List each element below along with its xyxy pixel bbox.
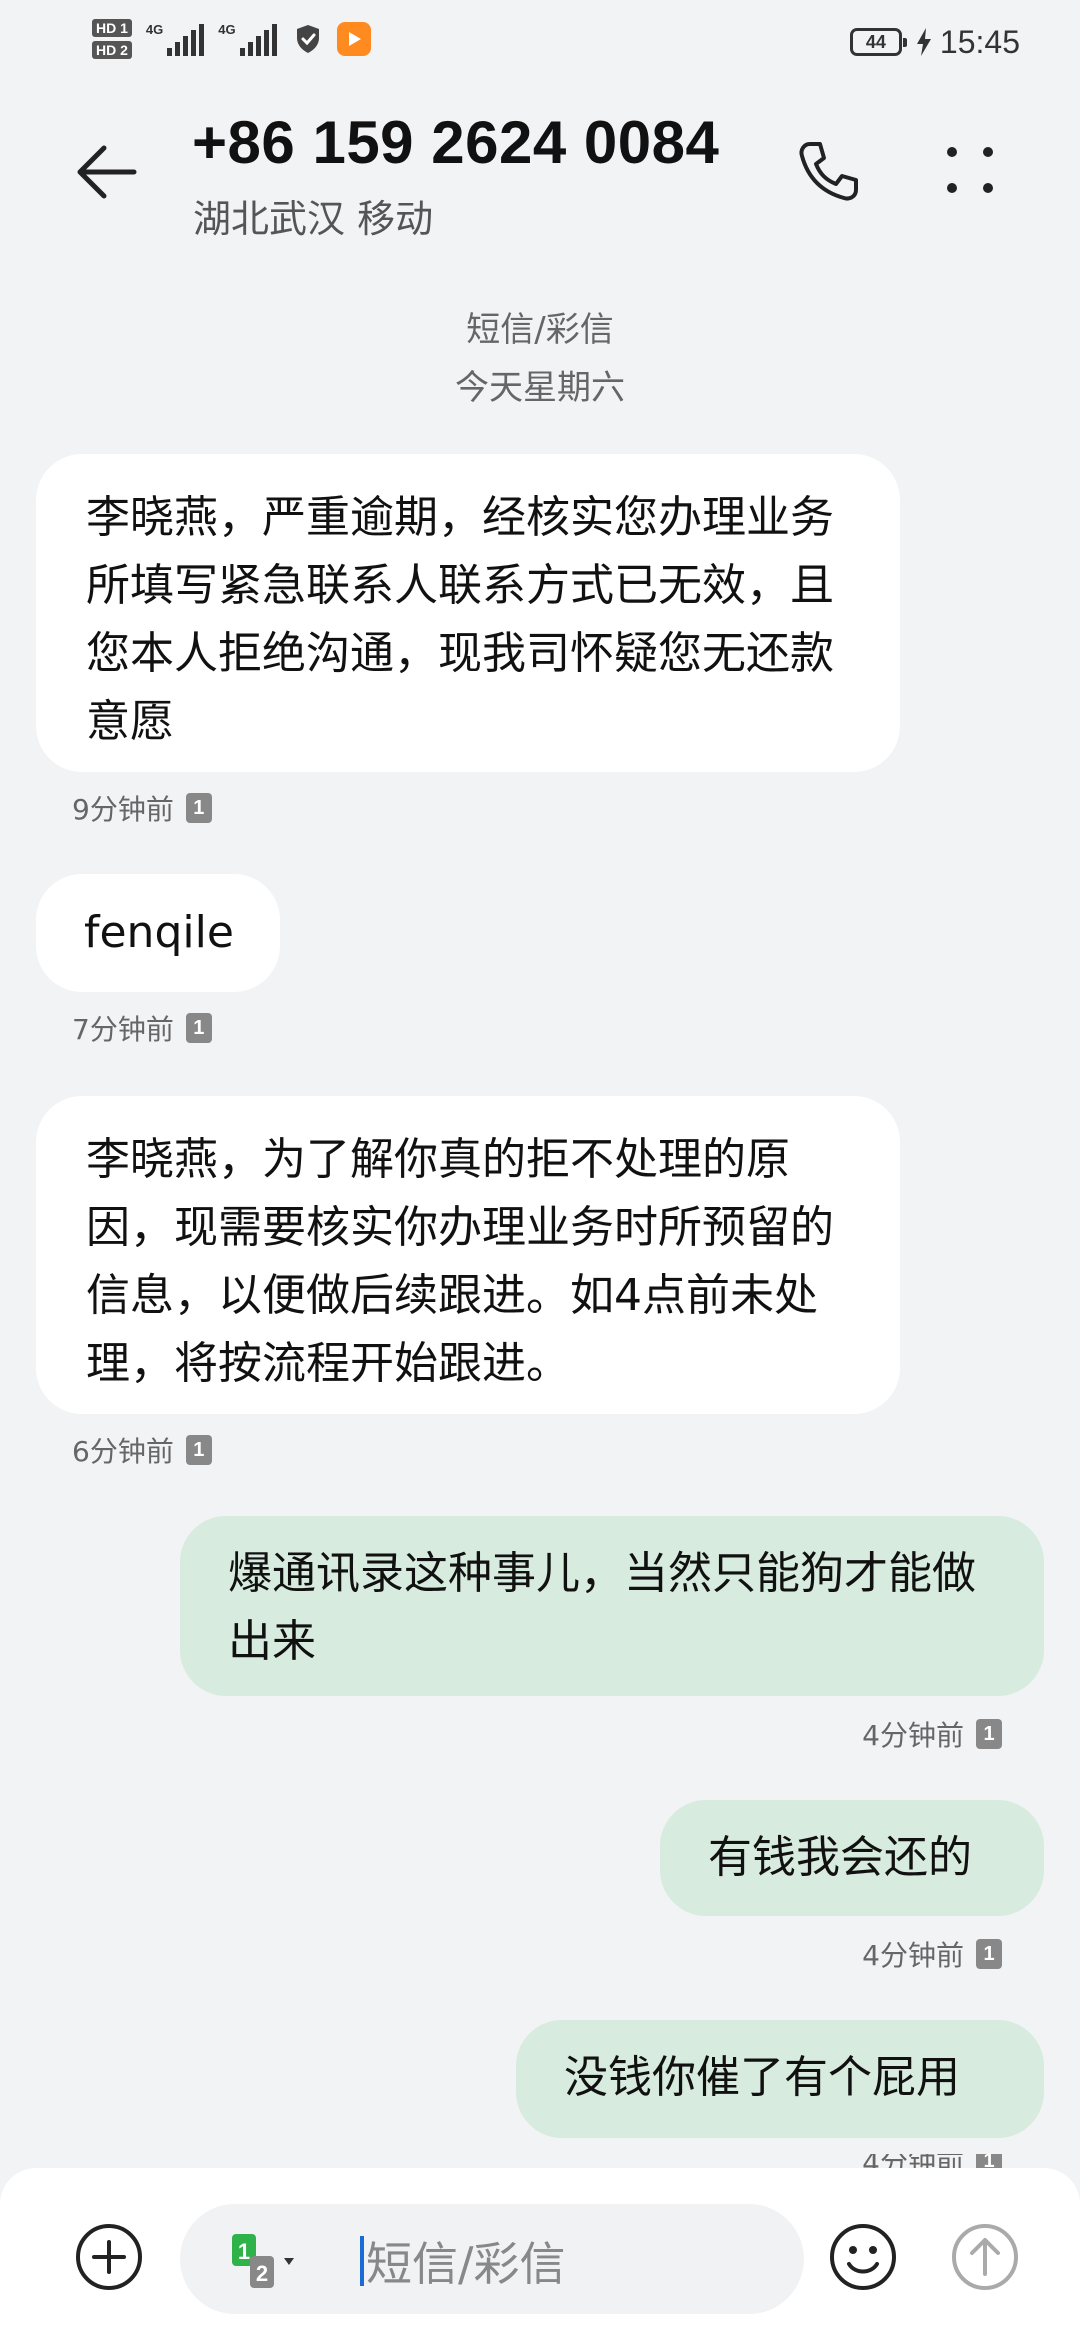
sim-card-icon: 1 bbox=[976, 2154, 1002, 2168]
send-icon[interactable] bbox=[950, 2222, 1020, 2292]
text-cursor bbox=[360, 2236, 364, 2286]
battery-icon: 44 bbox=[849, 28, 907, 56]
signal-icon-sim1: 4G bbox=[145, 22, 205, 56]
conversation-header: +86 159 2624 0084 湖北武汉 移动 bbox=[0, 96, 1080, 266]
input-placeholder: 短信/彩信 bbox=[366, 2237, 566, 2291]
emoji-icon[interactable] bbox=[828, 2222, 898, 2292]
incoming-message-bubble[interactable]: 李晓燕，严重逾期，经核实您办理业务所填写紧急联系人联系方式已无效，且您本人拒绝沟… bbox=[36, 454, 900, 772]
hd2-badge: HD 2 bbox=[92, 41, 132, 59]
signal-icon-sim2: 4G bbox=[218, 22, 277, 56]
message-text: 李晓燕，严重逾期，经核实您办理业务所填写紧急联系人联系方式已无效，且您本人拒绝沟… bbox=[86, 492, 834, 747]
date-label: 今天星期六 bbox=[455, 368, 625, 408]
sim-card-icon: 1 bbox=[976, 1939, 1002, 1969]
sim-primary-label: 1 bbox=[238, 2239, 250, 2264]
outgoing-message-bubble[interactable]: 爆通讯录这种事儿，当然只能狗才能做出来 bbox=[180, 1516, 1044, 1696]
more-options-icon[interactable] bbox=[940, 140, 1000, 200]
message-meta: 4分钟前 1 bbox=[862, 1934, 1002, 1974]
incoming-message-bubble[interactable]: 李晓燕，为了解你真的拒不处理的原因，现需要核实你办理业务时所预留的信息，以便做后… bbox=[36, 1096, 900, 1414]
message-meta: 6分钟前 1 bbox=[72, 1430, 212, 1470]
outgoing-message-bubble[interactable]: 没钱你催了有个屁用 bbox=[516, 2020, 1044, 2138]
message-meta: 7分钟前 1 bbox=[72, 1008, 212, 1048]
sim-selector-icon[interactable]: 1 2 bbox=[228, 2232, 308, 2292]
contact-location: 湖北武汉 移动 bbox=[193, 197, 434, 241]
battery-level: 44 bbox=[865, 31, 886, 52]
message-text: fenqile bbox=[84, 907, 234, 958]
message-input-field[interactable]: 1 2 短信/彩信 bbox=[180, 2204, 804, 2314]
message-time: 6分钟前 bbox=[72, 1435, 174, 1468]
message-meta: 4分钟前 1 bbox=[862, 1714, 1002, 1754]
message-type-label: 短信/彩信 bbox=[466, 310, 614, 350]
message-time: 7分钟前 bbox=[72, 1013, 174, 1046]
back-arrow-icon[interactable] bbox=[68, 132, 148, 212]
outgoing-message-bubble[interactable]: 有钱我会还的 bbox=[660, 1800, 1044, 1916]
message-text: 爆通讯录这种事儿，当然只能狗才能做出来 bbox=[228, 1548, 976, 1667]
clock: 15:45 bbox=[939, 23, 1020, 60]
message-time: 9分钟前 bbox=[72, 793, 174, 826]
hd1-badge: HD 1 bbox=[92, 19, 132, 37]
message-meta: 4分钟前 1 bbox=[862, 2154, 1002, 2168]
hd-indicators: HD 1 HD 2 bbox=[92, 19, 132, 59]
sim-card-icon: 1 bbox=[185, 1435, 212, 1465]
status-icons-left: HD 1 HD 2 4G 4G bbox=[92, 14, 371, 64]
sim-secondary-label: 2 bbox=[256, 2261, 268, 2286]
network-type-2: 4G bbox=[218, 22, 236, 37]
network-type-1: 4G bbox=[145, 22, 164, 37]
sim-card-icon: 1 bbox=[976, 1719, 1002, 1749]
message-text: 没钱你催了有个屁用 bbox=[564, 2052, 960, 2103]
sim-card-icon: 1 bbox=[185, 793, 212, 823]
charging-icon bbox=[916, 28, 931, 56]
message-text: 有钱我会还的 bbox=[708, 1832, 972, 1883]
status-icons-right: 44 15:45 bbox=[849, 18, 1020, 66]
message-time: 4分钟前 bbox=[862, 1939, 964, 1972]
message-time: 4分钟前 bbox=[862, 2154, 964, 2168]
sim-card-icon: 1 bbox=[185, 1013, 212, 1043]
message-text: 李晓燕，为了解你真的拒不处理的原因，现需要核实你办理业务时所预留的信息，以便做后… bbox=[86, 1134, 834, 1389]
status-bar: HD 1 HD 2 4G 4G 44 15:45 bbox=[0, 0, 1080, 88]
message-time: 4分钟前 bbox=[862, 1719, 964, 1752]
contact-phone-number: +86 159 2624 0084 bbox=[192, 109, 720, 176]
add-attachment-icon[interactable] bbox=[74, 2222, 144, 2292]
phone-call-icon[interactable] bbox=[790, 136, 862, 208]
video-app-icon bbox=[336, 22, 371, 56]
incoming-message-bubble[interactable]: fenqile bbox=[36, 874, 280, 992]
compose-bar: 1 2 短信/彩信 bbox=[0, 2168, 1080, 2340]
shield-check-icon bbox=[296, 25, 319, 53]
message-meta: 9分钟前 1 bbox=[72, 788, 212, 828]
